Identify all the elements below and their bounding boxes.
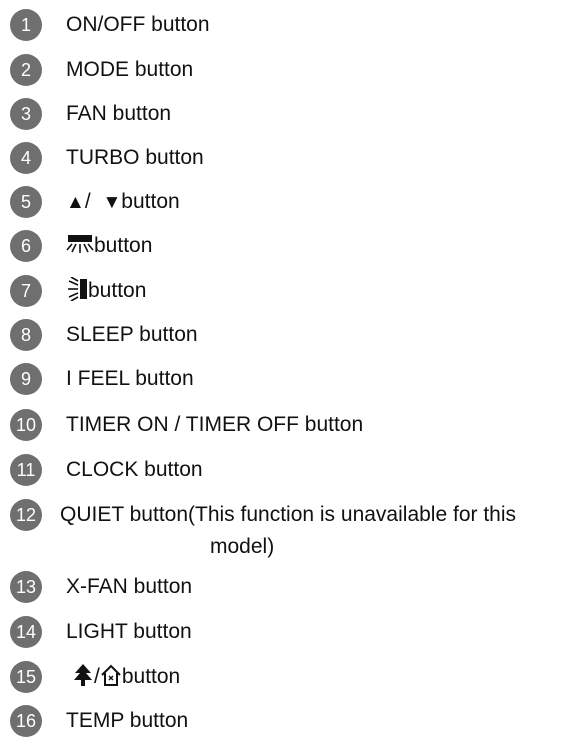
item-label-text: button [121,190,180,213]
number-badge: 6 [10,230,42,262]
item-label: SLEEP button [66,323,198,346]
item-label: / button [72,661,180,693]
number-badge: 2 [10,54,42,86]
item-label: I FEEL button [66,367,194,390]
home-icon [101,665,121,687]
number-badge: 10 [10,409,42,441]
list-item: 7 button [10,275,570,307]
item-label: X-FAN button [66,575,193,598]
number-badge: 9 [10,363,42,395]
number-badge: 11 [10,454,42,486]
number-badge: 13 [10,571,42,603]
item-label-text: button [121,665,181,688]
list-item: 6 button [10,230,570,262]
tree-icon [74,664,92,687]
item-label: TURBO button [66,146,204,169]
item-label: ON/OFF button [66,13,210,36]
list-item: 16 TEMP button [10,705,570,737]
item-label: FAN button [66,102,172,125]
number-badge: 16 [10,705,42,737]
item-label-continuation: model) [210,535,275,558]
list-item: 8 SLEEP button [10,319,570,351]
list-item: 14 LIGHT button [10,616,570,648]
number-badge: 5 [10,186,42,218]
number-badge: 12 [10,499,42,531]
number-badge: 3 [10,98,42,130]
item-label: TIMER ON / TIMER OFF button [66,413,364,436]
triangle-up-icon: ▲ [66,192,85,213]
list-item: 13 X-FAN button [10,571,570,603]
triangle-down-icon: ▼ [102,192,122,213]
item-label: ▲/ ▼button [66,186,180,219]
list-item: 2 MODE button [10,54,570,86]
list-item: 11 CLOCK button [10,454,570,486]
list-item: 5 ▲/ ▼button [10,186,570,218]
number-badge: 7 [10,275,42,307]
separator: / [84,190,97,213]
item-label-text: button [88,279,147,302]
item-label: QUIET button(This function is unavailabl… [60,499,572,563]
item-label-text: button [94,234,153,257]
item-label: button [66,275,146,307]
item-label: LIGHT button [66,620,192,643]
button-legend-list: 1 ON/OFF button 2 MODE button 3 FAN butt… [0,0,572,737]
list-item: 4 TURBO button [10,142,570,174]
item-label: TEMP button [66,709,189,732]
list-item: 10 TIMER ON / TIMER OFF button [10,409,570,441]
number-badge: 8 [10,319,42,351]
item-label: CLOCK button [66,458,203,481]
number-badge: 4 [10,142,42,174]
item-label-text: QUIET button(This function is unavailabl… [60,503,517,526]
number-badge: 1 [10,9,42,41]
list-item: 15 / button [10,661,570,693]
item-label: button [66,230,152,262]
list-item: 12 QUIET button(This function is unavail… [10,499,570,567]
swing-left-right-icon [68,277,87,302]
number-badge: 14 [10,616,42,648]
list-item: 1 ON/OFF button [10,9,570,41]
list-item: 9 I FEEL button [10,363,570,395]
list-item: 3 FAN button [10,98,570,130]
number-badge: 15 [10,661,42,693]
swing-up-down-icon [66,235,94,254]
item-label: MODE button [66,58,194,81]
